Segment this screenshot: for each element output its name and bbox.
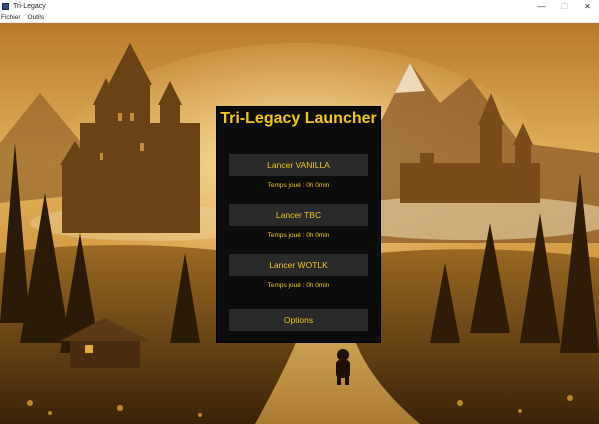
minimize-button[interactable]: — xyxy=(530,0,553,12)
menu-bar: Fichier Outils xyxy=(0,12,599,23)
options-button[interactable]: Options xyxy=(229,309,368,331)
app-icon xyxy=(2,2,9,10)
close-button[interactable]: ✕ xyxy=(576,0,599,12)
launch-vanilla-button[interactable]: Lancer VANILLA xyxy=(229,154,368,176)
launcher-title: Tri-Legacy Launcher xyxy=(220,110,377,127)
launch-tbc-button[interactable]: Lancer TBC xyxy=(229,204,368,226)
wotlk-playtime: Temps joué : 0h 0min xyxy=(267,282,330,289)
menu-fichier[interactable]: Fichier xyxy=(0,14,24,21)
tbc-playtime: Temps joué : 0h 0min xyxy=(267,232,330,239)
vanilla-playtime: Temps joué : 0h 0min xyxy=(267,182,330,189)
menu-outils[interactable]: Outils xyxy=(25,14,48,21)
maximize-button[interactable]: ☐ xyxy=(553,0,576,12)
title-bar[interactable]: Tri-Legacy — ☐ ✕ xyxy=(0,0,599,12)
launcher-panel: Tri-Legacy Launcher Lancer VANILLA Temps… xyxy=(217,107,380,342)
launcher-window: Tri-Legacy — ☐ ✕ Fichier Outils Tri-Lega… xyxy=(0,0,599,424)
launch-wotlk-button[interactable]: Lancer WOTLK xyxy=(229,254,368,276)
window-title: Tri-Legacy xyxy=(13,2,46,10)
window-controls: — ☐ ✕ xyxy=(530,0,599,12)
